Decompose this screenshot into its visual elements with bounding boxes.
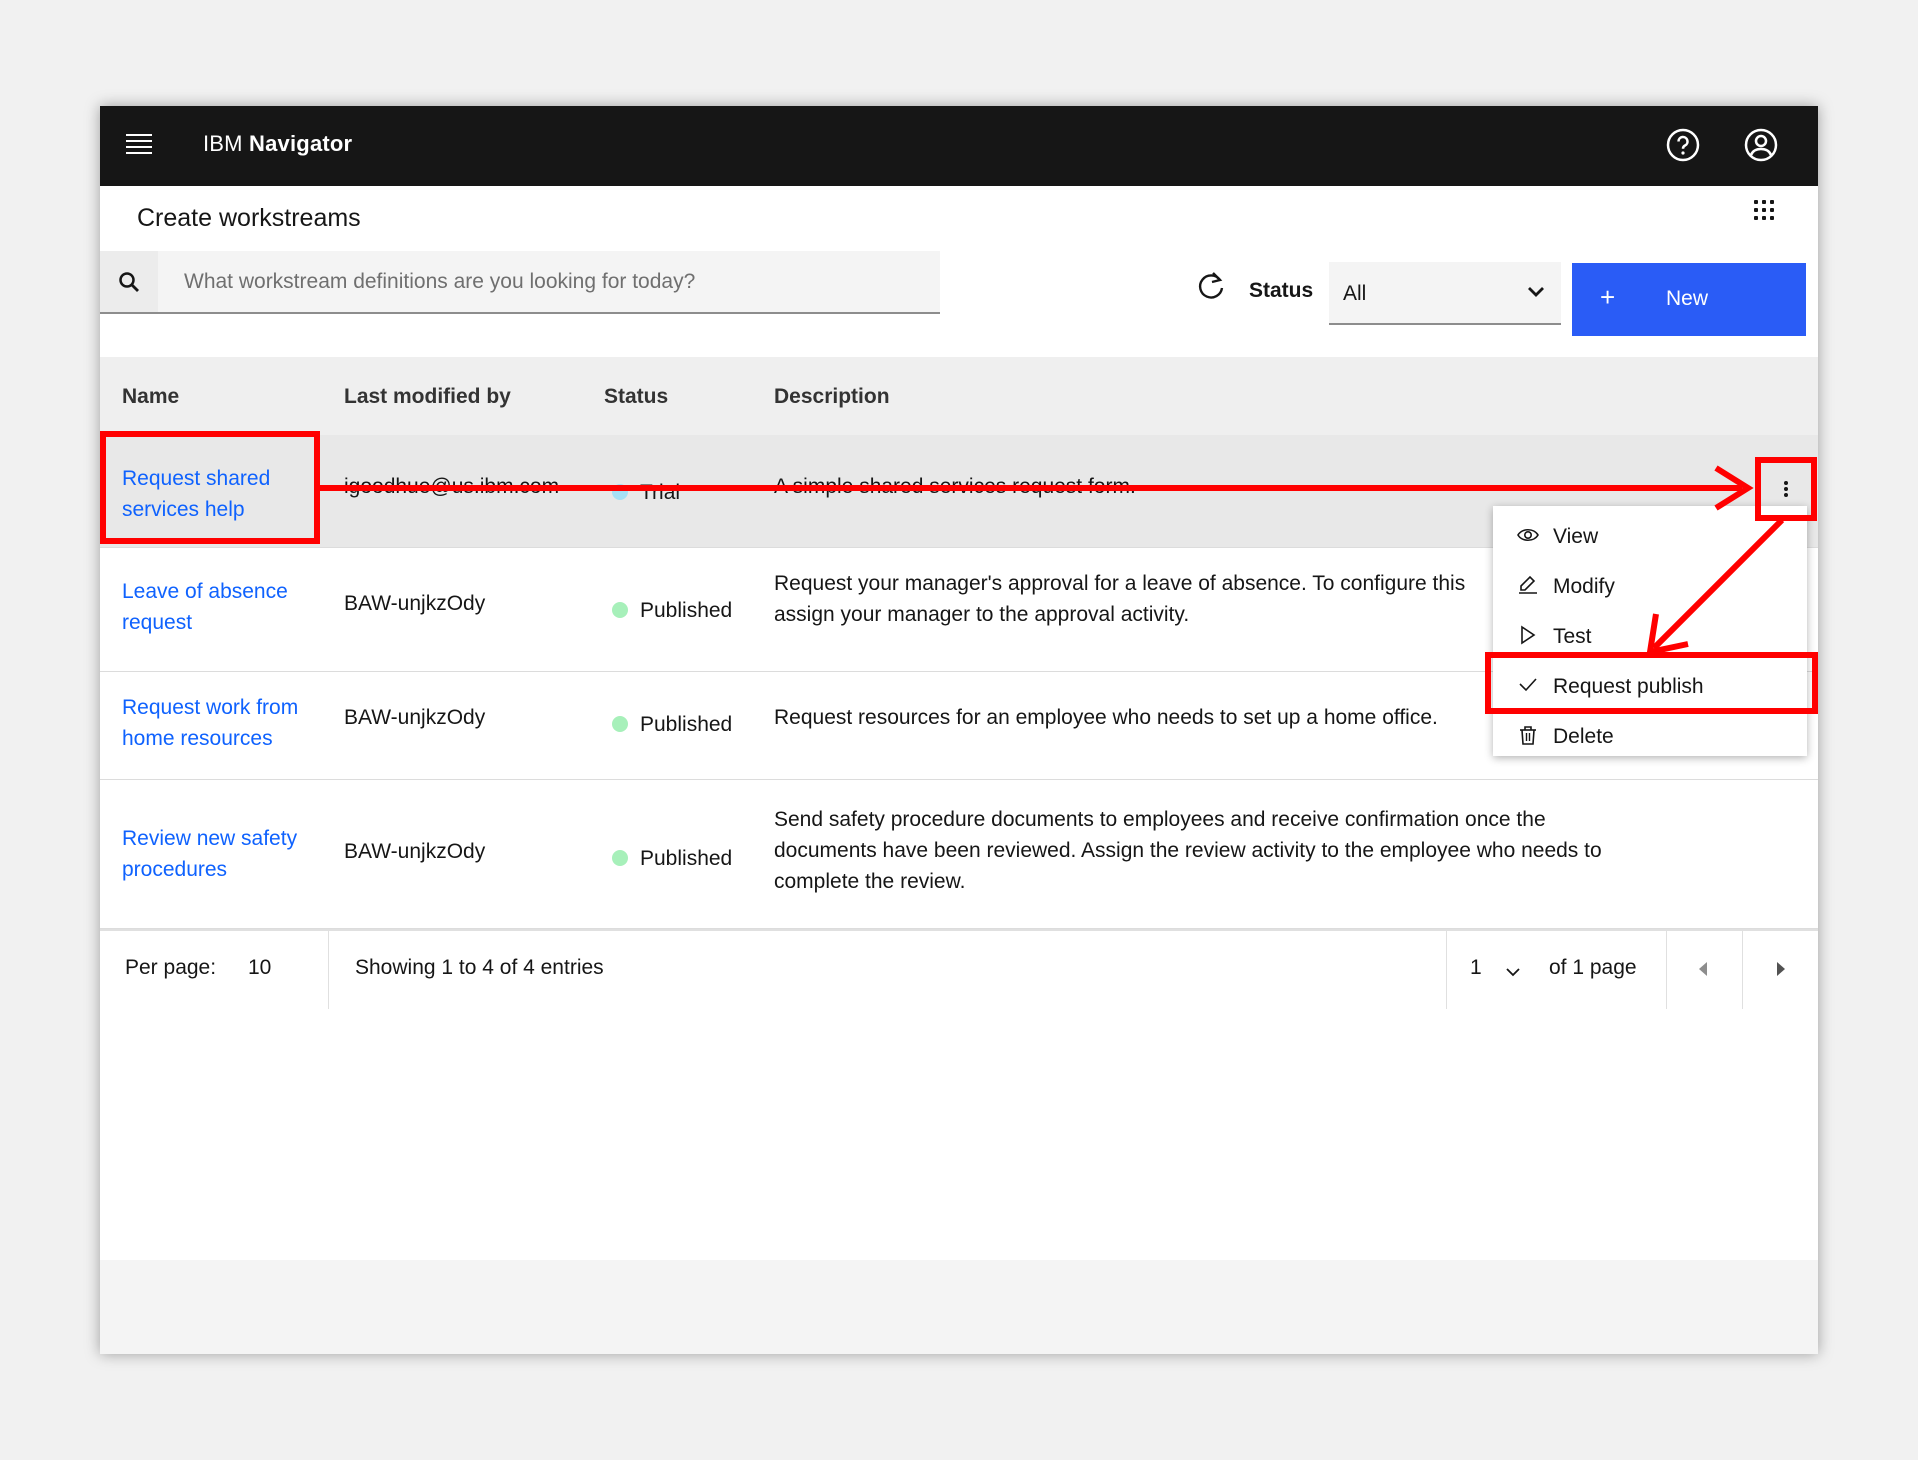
app-window: IBM Navigator Create workstreams Status — [100, 106, 1818, 1354]
annotation-arrows — [318, 465, 1785, 656]
